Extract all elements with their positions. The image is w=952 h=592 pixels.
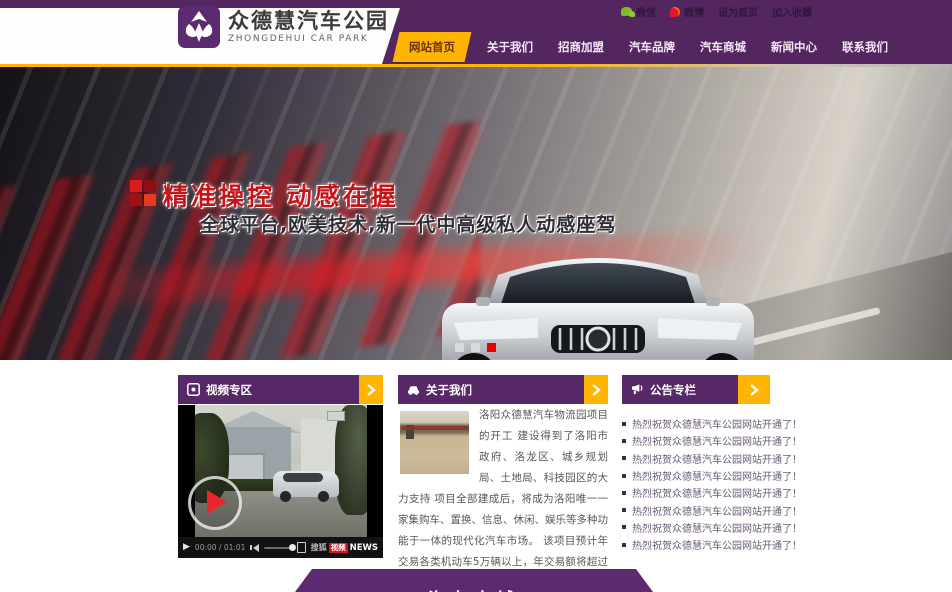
bullet-icon [622, 474, 626, 478]
logo-title: 众德慧汽车公园 [228, 9, 389, 33]
play-overlay-button[interactable] [188, 476, 242, 530]
nav-item-news[interactable]: 新闻中心 [765, 32, 823, 62]
wechat-label: 微信 [636, 4, 656, 19]
bullet-icon [622, 543, 626, 547]
notice-item[interactable]: 热烈祝贺众德慧汽车公园网站开通了！ [622, 519, 770, 536]
about-section-header: 关于我们 [398, 375, 608, 404]
nav-item-home[interactable]: 网站首页 [393, 32, 472, 62]
logo-icon [178, 6, 220, 48]
about-more-button[interactable] [584, 375, 608, 404]
notice-item[interactable]: 热烈祝贺众德慧汽车公园网站开通了！ [622, 467, 770, 484]
video-time: 00:00 / 01:01 [195, 543, 246, 552]
slider-knob[interactable] [289, 544, 296, 551]
about-body: 洛阳众德慧汽车物流园项目的开工 建设得到了洛阳市政府、洛龙区、城乡规划局、土地局… [398, 405, 608, 592]
video-player[interactable]: ▶ 00:00 / 01:01 搜狐 视频 NEWS [178, 405, 383, 558]
megaphone-icon [631, 383, 644, 396]
wechat-icon [621, 7, 632, 16]
fullscreen-icon[interactable] [297, 542, 306, 553]
bullet-icon [622, 525, 626, 529]
video-more-button[interactable] [359, 375, 383, 404]
bullet-icon [622, 439, 626, 443]
hero-title: 精准操控 动感在握 [163, 177, 399, 213]
notice-item[interactable]: 热烈祝贺众德慧汽车公园网站开通了！ [622, 450, 770, 467]
nav-item-about[interactable]: 关于我们 [481, 32, 539, 62]
street-sign [327, 411, 345, 421]
nav-item-mall[interactable]: 汽车商城 [694, 32, 752, 62]
about-photo[interactable] [400, 411, 469, 474]
bullet-icon [622, 508, 626, 512]
chevron-right-icon [749, 384, 759, 396]
hero-subtitle: 全球平台,欧美技术,新一代中高级私人动感座驾 [200, 210, 616, 237]
add-favorite-link[interactable]: 加入收藏 [772, 4, 812, 19]
slider-dot-2[interactable] [471, 343, 480, 352]
slider-dot-1[interactable] [455, 343, 464, 352]
slider-dot-3-active[interactable] [487, 343, 496, 352]
video-section-title: 视频专区 [206, 382, 252, 398]
notice-more-button[interactable] [738, 375, 770, 404]
video-icon [187, 383, 200, 396]
notice-section-title: 公告专栏 [650, 382, 696, 398]
about-header-bar: 关于我们 [398, 375, 584, 404]
footer-section-heading: 汽车商城 [278, 585, 670, 592]
video-section: 视频专区 ▶ 00:00 / 01 [178, 375, 383, 404]
notice-item[interactable]: 热烈祝贺众德慧汽车公园网站开通了！ [622, 501, 770, 518]
notice-section: 公告专栏 热烈祝贺众德慧汽车公园网站开通了！ 热烈祝贺众德慧汽车公园网站开通了！… [622, 375, 770, 404]
hero-banner: 精准操控 动感在握 全球平台,欧美技术,新一代中高级私人动感座驾 [0, 67, 952, 360]
weibo-label: 微博 [684, 4, 704, 19]
play-button[interactable]: ▶ [183, 543, 190, 552]
footer-section-band: 汽车商城 [278, 569, 670, 592]
weibo-link[interactable]: 微博 [670, 4, 704, 19]
logo-text: 众德慧汽车公园 ZHONGDEHUI CAR PARK [228, 9, 389, 45]
sohu-brand: 搜狐 视频 NEWS [311, 542, 378, 553]
volume-icon[interactable] [250, 544, 259, 552]
tree-right [335, 405, 367, 515]
video-controls: ▶ 00:00 / 01:01 搜狐 视频 NEWS [178, 537, 383, 558]
page: 微信 微博 设为首页 加入收藏 众德慧汽车公园 ZHONGDEHUI CAR P… [0, 0, 952, 592]
car-icon [407, 383, 420, 396]
chevron-right-icon [591, 384, 601, 396]
notice-header-bar: 公告专栏 [622, 375, 738, 404]
volume-slider[interactable] [264, 547, 292, 549]
chevron-right-icon [366, 384, 376, 396]
site-logo[interactable]: 众德慧汽车公园 ZHONGDEHUI CAR PARK [178, 6, 389, 48]
notice-item[interactable]: 热烈祝贺众德慧汽车公园网站开通了！ [622, 415, 770, 432]
video-section-header: 视频专区 [178, 375, 383, 404]
hero-mark-icon [130, 180, 156, 206]
nav-item-contact[interactable]: 联系我们 [836, 32, 894, 62]
notice-item[interactable]: 热烈祝贺众德慧汽车公园网站开通了！ [622, 536, 770, 553]
wechat-link[interactable]: 微信 [621, 4, 656, 19]
video-header-bar: 视频专区 [178, 375, 359, 404]
topbar: 微信 微博 设为首页 加入收藏 [621, 4, 812, 19]
set-home-link[interactable]: 设为首页 [718, 4, 758, 19]
logo-subtitle: ZHONGDEHUI CAR PARK [228, 33, 389, 45]
nav-item-join[interactable]: 招商加盟 [552, 32, 610, 62]
notice-item[interactable]: 热烈祝贺众德慧汽车公园网站开通了！ [622, 432, 770, 449]
slider-dots [455, 343, 496, 352]
bullet-icon [622, 491, 626, 495]
main-nav: 网站首页 关于我们 招商加盟 汽车品牌 汽车商城 新闻中心 联系我们 [396, 30, 894, 64]
nav-item-brands[interactable]: 汽车品牌 [623, 32, 681, 62]
notice-section-header: 公告专栏 [622, 375, 770, 404]
bullet-icon [622, 456, 626, 460]
notice-item[interactable]: 热烈祝贺众德慧汽车公园网站开通了！ [622, 484, 770, 501]
about-section: 关于我们 洛阳众德慧汽车物流园项目的开工 建设得到了洛阳市政府、洛龙区、城乡规划… [398, 375, 608, 404]
car-in-video [273, 471, 339, 497]
weibo-icon [670, 7, 680, 17]
bullet-icon [622, 422, 626, 426]
about-section-title: 关于我们 [426, 382, 472, 398]
notice-list: 热烈祝贺众德慧汽车公园网站开通了！ 热烈祝贺众德慧汽车公园网站开通了！ 热烈祝贺… [622, 415, 770, 553]
